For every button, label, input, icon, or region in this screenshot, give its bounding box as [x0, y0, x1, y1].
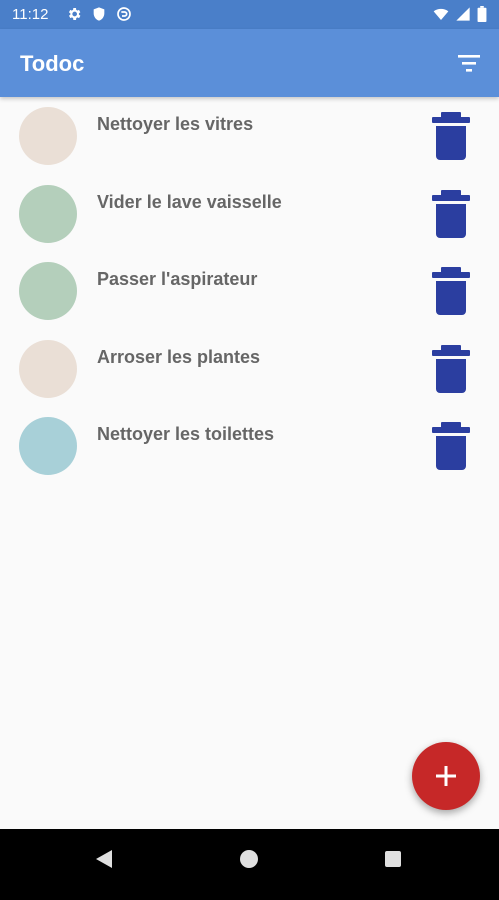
trash-icon[interactable]	[430, 344, 472, 393]
task-name: Vider le lave vaisselle	[97, 191, 282, 212]
task-name: Nettoyer les toilettes	[97, 424, 275, 444]
wifi-icon	[433, 8, 449, 20]
vpn-icon	[117, 7, 131, 21]
task-name: Nettoyer les vitres	[97, 114, 254, 134]
task-name: Arroser les plantes	[97, 346, 261, 367]
recents-icon[interactable]	[385, 851, 401, 867]
status-icons-left	[66, 6, 132, 22]
task-name: Passer l'aspirateur	[97, 269, 258, 289]
project-color-dot	[19, 184, 77, 243]
shield-icon	[93, 7, 105, 21]
app-title: Todoc	[20, 51, 85, 76]
trash-icon[interactable]	[430, 189, 472, 238]
status-time: 11:12	[12, 6, 49, 23]
trash-icon[interactable]	[430, 267, 472, 315]
task-row: Arroser les plantes	[0, 330, 499, 408]
project-color-dot	[19, 262, 77, 320]
battery-icon	[477, 6, 487, 22]
cell-signal-icon	[456, 7, 470, 21]
status-icons-right	[433, 6, 487, 22]
home-icon[interactable]	[240, 850, 258, 868]
trash-icon[interactable]	[430, 112, 472, 160]
status-bar: 11:12	[0, 0, 499, 29]
project-color-dot	[19, 107, 77, 165]
back-icon[interactable]	[94, 849, 114, 869]
project-color-dot	[19, 417, 77, 475]
task-row: Nettoyer les vitres	[0, 97, 499, 175]
nav-bar	[0, 829, 499, 900]
settings-icon	[68, 8, 81, 20]
trash-icon[interactable]	[430, 422, 472, 470]
task-list: Nettoyer les vitres Vider le lave vaisse…	[0, 97, 499, 485]
app-bar: Todoc	[0, 29, 499, 97]
add-task-button[interactable]	[412, 742, 480, 810]
task-row: Passer l'aspirateur	[0, 252, 499, 330]
plus-icon	[436, 766, 456, 786]
filter-list-icon[interactable]	[456, 51, 482, 75]
task-row: Nettoyer les toilettes	[0, 407, 499, 485]
task-row: Vider le lave vaisselle	[0, 175, 499, 253]
project-color-dot	[19, 339, 77, 398]
